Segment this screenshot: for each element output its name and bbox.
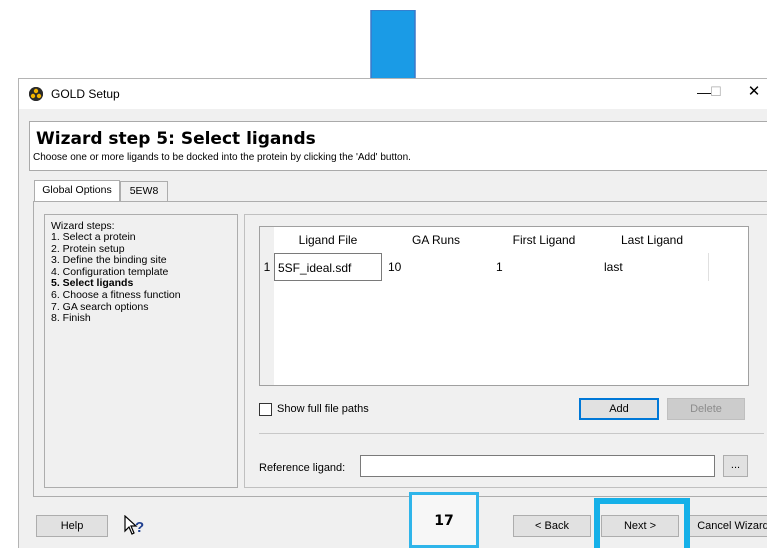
column-header-first-ligand[interactable]: First Ligand [490,229,598,251]
ligand-table[interactable]: Ligand File GA Runs First Ligand Last Li… [259,226,749,386]
wizard-step-item: 6. Choose a fitness function [51,288,181,301]
row-number[interactable]: 1 [260,253,274,281]
maximize-button[interactable]: ☐ [703,81,729,105]
help-button[interactable]: Help [36,515,108,537]
wizard-header: Wizard step 5: Select ligands Choose one… [29,121,767,171]
whats-this-icon[interactable]: ? [123,514,145,537]
svg-text:?: ? [135,519,144,536]
wizard-step-item: 8. Finish [51,312,91,325]
row-header-gutter [260,227,274,385]
column-header-last-ligand[interactable]: Last Ligand [598,229,706,251]
page-description: Choose one or more ligands to be docked … [33,152,411,163]
cell-last-ligand[interactable]: last [601,253,709,281]
reference-ligand-input[interactable] [360,455,715,477]
delete-button[interactable]: Delete [667,398,745,420]
gold-setup-window: GOLD Setup — ☐ ✕ Wizard step 5: Select l… [18,78,767,548]
close-button[interactable]: ✕ [739,81,767,105]
add-button[interactable]: Add [579,398,659,420]
back-button[interactable]: < Back [513,515,591,537]
show-full-paths-label[interactable]: Show full file paths [277,403,369,415]
window-title: GOLD Setup [51,87,120,101]
page-number: 17 [434,513,454,529]
show-full-paths-checkbox[interactable] [259,403,272,416]
page-number-badge: 17 [409,492,479,548]
tab-5ew8[interactable]: 5EW8 [120,181,168,201]
wizard-step-item: 1. Select a protein [51,231,136,243]
cancel-wizard-button[interactable]: Cancel Wizard [688,515,767,537]
cell-ligand-file[interactable]: 5SF_ideal.sdf [274,253,382,281]
ligand-options-panel: Ligand File GA Runs First Ligand Last Li… [244,214,767,488]
cell-first-ligand[interactable]: 1 [493,253,601,281]
wizard-steps-panel: Wizard steps: 1. Select a protein 2. Pro… [44,214,238,488]
page-title: Wizard step 5: Select ligands [36,129,316,149]
title-bar[interactable]: GOLD Setup — ☐ ✕ [19,79,767,109]
browse-button[interactable]: ... [723,455,748,477]
tab-global-options[interactable]: Global Options [34,180,120,202]
divider [259,433,764,434]
column-header-ligand-file[interactable]: Ligand File [274,229,382,251]
next-button-highlight [594,498,690,548]
cell-ga-runs[interactable]: 10 [385,253,493,281]
tab-content: Wizard steps: 1. Select a protein 2. Pro… [33,201,767,497]
column-header-ga-runs[interactable]: GA Runs [382,229,490,251]
gold-app-icon [29,87,43,101]
reference-ligand-label: Reference ligand: [259,462,346,474]
